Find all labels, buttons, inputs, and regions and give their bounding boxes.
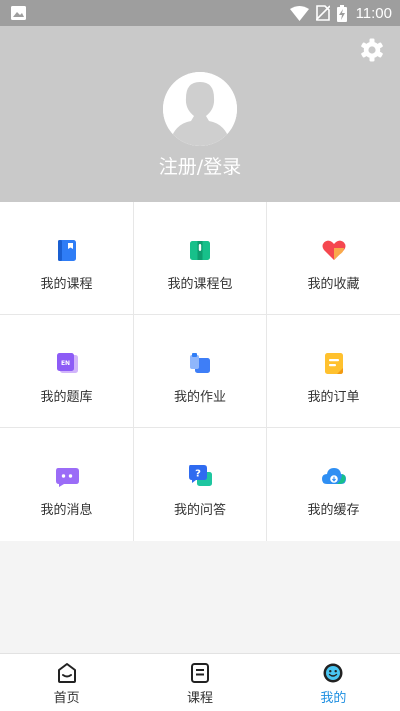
homework-icon xyxy=(190,353,210,373)
message-icon xyxy=(55,468,79,487)
grid-item-label: 我的课程 xyxy=(40,277,93,292)
battery-charging-icon xyxy=(336,4,347,22)
grid-item-my-cache[interactable]: 我的缓存 xyxy=(267,428,400,541)
tab-label: 首页 xyxy=(53,691,80,706)
grid-item-my-qa[interactable]: ? 我的问答 xyxy=(134,428,267,541)
svg-text:?: ? xyxy=(195,469,201,480)
svg-text:EN: EN xyxy=(60,360,69,367)
heart-icon xyxy=(322,240,345,260)
feature-grid: 我的课程 我的课程包 我的收藏 EN 我的题库 我的作业 我的订单 我的消息 ?… xyxy=(0,202,400,541)
grid-item-my-homework[interactable]: 我的作业 xyxy=(134,315,267,428)
status-time: 11:00 xyxy=(355,4,392,22)
wifi-icon xyxy=(289,5,309,21)
grid-item-label: 我的问答 xyxy=(173,503,226,518)
grid-item-my-messages[interactable]: 我的消息 xyxy=(0,428,134,541)
grid-item-label: 我的课程包 xyxy=(167,277,233,292)
order-icon xyxy=(324,353,343,374)
grid-item-label: 我的消息 xyxy=(40,503,93,518)
gallery-icon xyxy=(11,6,26,20)
grid-item-my-course-package[interactable]: 我的课程包 xyxy=(134,202,267,315)
login-register-link[interactable]: 注册/登录 xyxy=(0,152,400,179)
tab-label: 我的 xyxy=(320,691,347,706)
qa-icon: ? xyxy=(189,465,212,486)
grid-item-label: 我的缓存 xyxy=(307,503,360,518)
grid-item-label: 我的题库 xyxy=(40,390,93,405)
no-sim-icon xyxy=(315,5,330,21)
question-bank-icon: EN xyxy=(56,353,78,373)
tab-courses[interactable]: 课程 xyxy=(133,654,266,711)
tab-label: 课程 xyxy=(186,691,213,706)
grid-item-label: 我的收藏 xyxy=(307,277,360,292)
profile-header: 注册/登录 xyxy=(0,26,400,202)
home-icon xyxy=(57,663,76,683)
status-bar: 11:00 xyxy=(0,0,400,26)
tab-mine[interactable]: 我的 xyxy=(267,654,400,711)
grid-item-label: 我的订单 xyxy=(307,390,360,405)
course-icon xyxy=(190,663,209,683)
grid-item-my-favorites[interactable]: 我的收藏 xyxy=(267,202,400,315)
grid-item-my-orders[interactable]: 我的订单 xyxy=(267,315,400,428)
tab-home[interactable]: 首页 xyxy=(0,654,133,711)
cloud-download-icon xyxy=(321,468,346,484)
book-icon xyxy=(57,240,76,261)
profile-icon xyxy=(323,663,343,683)
grid-item-label: 我的作业 xyxy=(173,390,226,405)
course-package-icon xyxy=(190,241,210,260)
grid-item-my-question-bank[interactable]: EN 我的题库 xyxy=(0,315,134,428)
gear-icon[interactable] xyxy=(360,38,384,62)
grid-item-my-courses[interactable]: 我的课程 xyxy=(0,202,134,315)
default-avatar-icon[interactable] xyxy=(163,72,237,146)
bottom-tab-bar: 首页 课程 我的 xyxy=(0,653,400,711)
